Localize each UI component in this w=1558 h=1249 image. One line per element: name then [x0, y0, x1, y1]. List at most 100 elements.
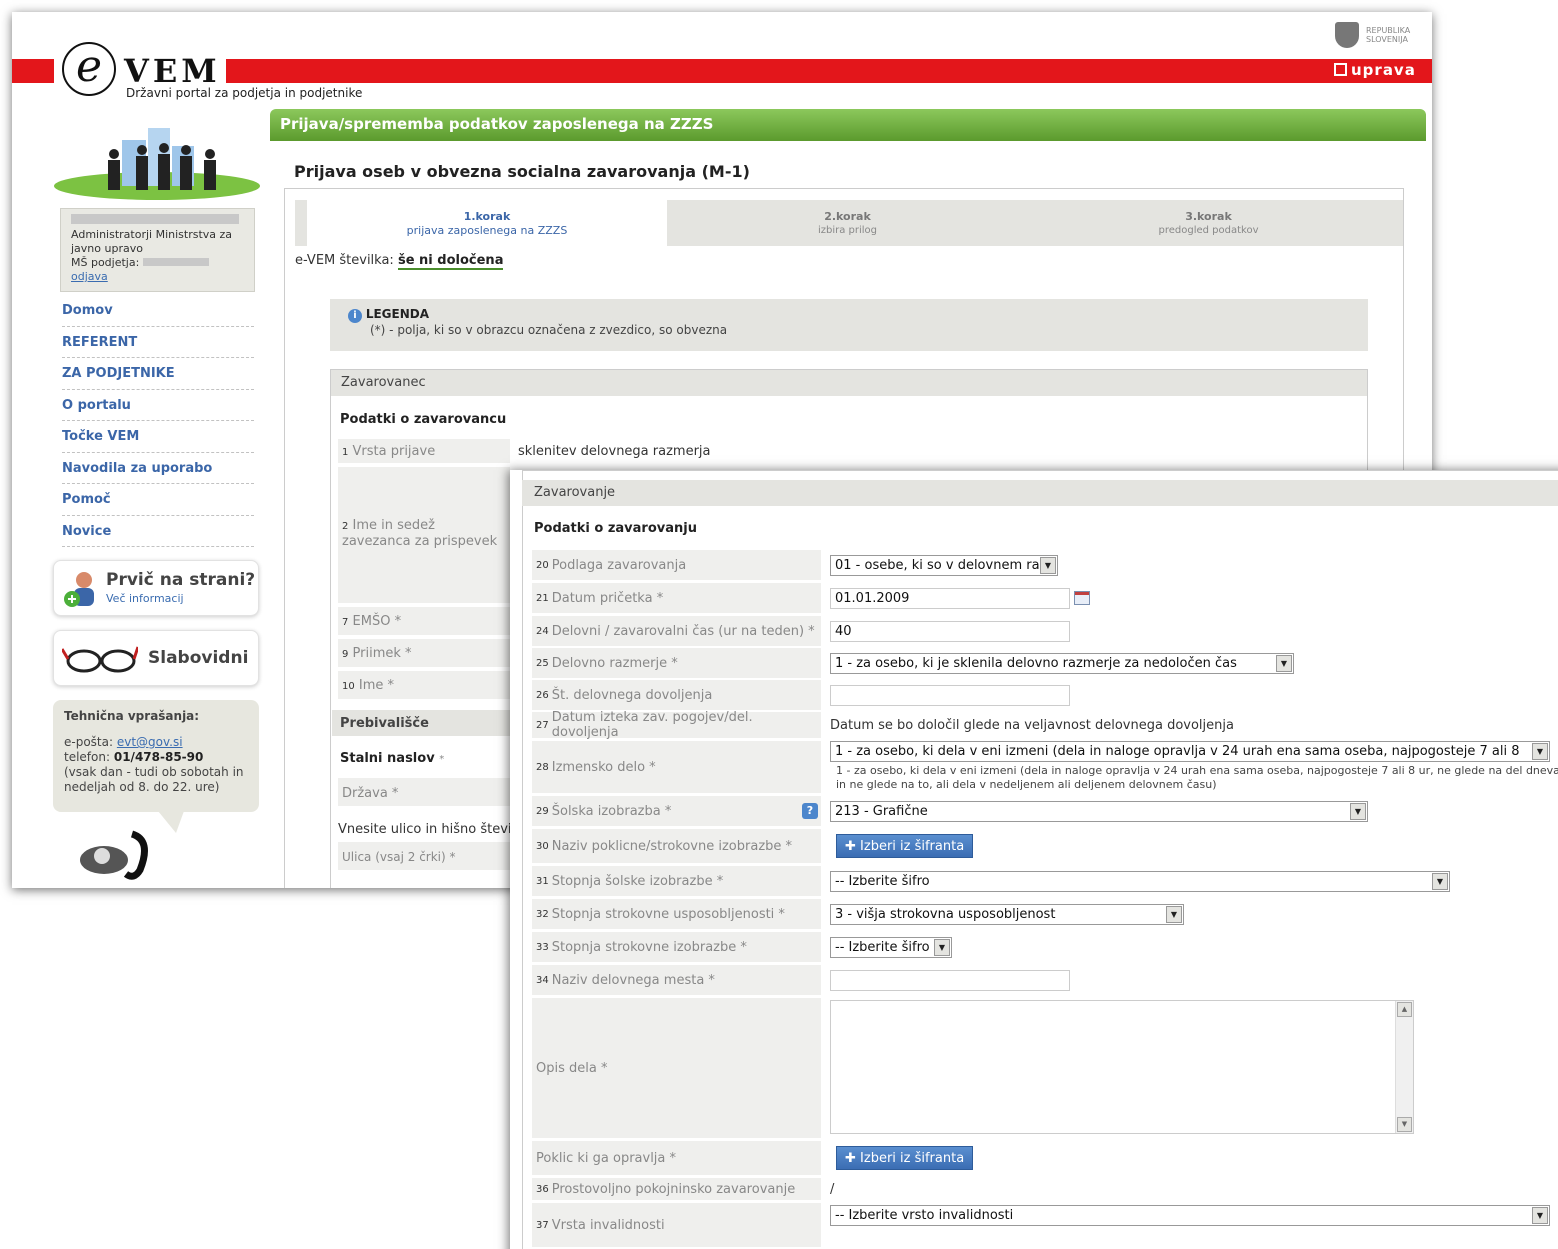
legend-title: LEGENDA: [365, 307, 430, 321]
field-row-29: 29 Šolska izobrazba *? 213 - Grafične ▼: [532, 796, 1558, 826]
chevron-down-icon: ▼: [1166, 905, 1182, 923]
portal-subtitle: Državni portal za podjetja in podjetnike: [126, 86, 363, 100]
stopnja-strokovne-usposobljenosti-select[interactable]: 3 - višja strokovna usposobljenost ▼: [830, 903, 1184, 925]
chevron-down-icon: ▼: [1276, 654, 1292, 672]
step-2-label: izbira prilog: [817, 225, 878, 236]
user-add-icon: [64, 572, 94, 607]
stopnja-solske-izobrazbe-select[interactable]: -- Izberite šifro ▼: [830, 870, 1450, 892]
help-email-row: e-pošta: evt@gov.si: [64, 735, 248, 750]
chevron-down-icon: ▼: [1350, 802, 1366, 820]
datum-izteka-value: Datum se bo določil glede na veljavnost …: [830, 717, 1234, 733]
nav-item-domov[interactable]: Domov: [62, 295, 254, 327]
evem-logo-text[interactable]: VEM: [124, 52, 221, 90]
step-1-label: prijava zaposlenega na ZZZS: [406, 224, 568, 237]
email-label: e-pošta:: [64, 735, 114, 749]
info-icon: i: [348, 309, 362, 323]
technical-help-box: Tehnična vprašanja: e-pošta: evt@gov.si …: [53, 700, 259, 812]
insured-subtitle: Podatki o zavarovancu: [340, 412, 507, 427]
field-row-31: 31 Stopnja šolske izobrazbe * -- Izberite…: [532, 866, 1558, 896]
calendar-icon[interactable]: [1074, 591, 1090, 605]
nav-item-o-portalu[interactable]: O portalu: [62, 390, 254, 421]
nav-item-za-podjetnike[interactable]: ZA PODJETNIKE: [62, 358, 254, 390]
field-emso-label: 7 EMŠO *: [342, 614, 402, 629]
insurance-subtitle: Podatki o zavarovanju: [534, 521, 697, 536]
solska-izobrazba-select[interactable]: 213 - Grafične ▼: [830, 800, 1368, 822]
step-2-number: 2.korak: [824, 210, 871, 223]
st-delovnega-dovoljenja-input[interactable]: [830, 684, 1070, 706]
ms-number-redacted: [142, 258, 209, 266]
field-row-20: 20 Podlaga zavarovanja 01 - osebe, ki so …: [532, 550, 1558, 580]
wizard-steps: 1.korak prijava zaposlenega na ZZZS 2.kor…: [295, 200, 1403, 246]
evem-logo-icon[interactable]: e: [62, 42, 116, 96]
evem-value: še ni določena: [397, 253, 504, 270]
glasses-icon: [62, 646, 138, 673]
field-poklic-label: Poklic ki ga opravlja *: [532, 1141, 821, 1175]
vrsta-invalidnosti-select[interactable]: -- Izberite vrsto invalidnosti ▼: [830, 1205, 1550, 1226]
nav-item-novice[interactable]: Novice: [62, 516, 254, 547]
field-zavezanec-label: 2 Ime in sedež zavezanca za prispevek: [342, 518, 498, 549]
field-row-28: 28 Izmensko delo * 1 - za osebo, ki dela …: [532, 741, 1558, 793]
naziv-delovnega-mesta-input[interactable]: [830, 969, 1070, 991]
scroll-down-icon[interactable]: ▼: [1397, 1117, 1412, 1132]
accessibility-button[interactable]: Slabovidni: [53, 630, 259, 686]
help-icon[interactable]: ?: [802, 803, 818, 819]
telephone-icon: [80, 830, 148, 880]
step-2-tab[interactable]: 2.korak izbira prilog: [668, 200, 1027, 246]
delovni-cas-input[interactable]: 40: [830, 620, 1070, 642]
insured-section-header: Zavarovanec: [331, 370, 1367, 396]
more-info-link[interactable]: Več informacij: [106, 592, 184, 605]
step-3-tab[interactable]: 3.korak predogled podatkov: [1029, 200, 1388, 246]
field-row-opis-dela: Opis dela * ▲ ▼: [532, 998, 1558, 1138]
email-link[interactable]: evt@gov.si: [117, 735, 183, 749]
delovno-razmerje-select[interactable]: 1 - za osebo, ki je sklenila delovno raz…: [830, 652, 1294, 674]
chevron-down-icon: ▼: [1532, 1207, 1548, 1224]
chevron-down-icon: ▼: [1432, 872, 1448, 890]
business-people-illustration: [54, 128, 260, 200]
datum-pricetka-input[interactable]: 01.01.2009: [830, 587, 1070, 609]
step-1-number: 1.korak: [463, 210, 511, 223]
nav-item-tocke-vem[interactable]: Točke VEM: [62, 421, 254, 453]
republika-slovenija-label: REPUBLIKA SLOVENIJA: [1366, 26, 1411, 44]
sidebar-nav: Domov REFERENT ZA PODJETNIKE O portalu T…: [62, 295, 254, 547]
scroll-up-icon[interactable]: ▲: [1397, 1002, 1412, 1017]
first-visit-promo[interactable]: Prvič na strani? Več informacij: [53, 560, 259, 616]
user-name-redacted: [71, 214, 239, 224]
field-31-label: 31 Stopnja šolske izobrazbe *: [532, 866, 821, 896]
uprava-icon: [1334, 63, 1347, 76]
chevron-down-icon: ▼: [1532, 743, 1548, 760]
izberi-iz-sifranta-button[interactable]: ✚ Izberi iz šifranta: [836, 834, 974, 858]
field-26-label: 26 Št. delovnega dovoljenja: [532, 680, 821, 710]
step-1-tab[interactable]: 1.korak prijava zaposlenega na ZZZS: [307, 200, 667, 246]
izmensko-delo-select[interactable]: 1 - za osebo, ki dela v eni izmeni (dela…: [830, 741, 1550, 762]
phone-number: 01/478-85-90: [113, 750, 204, 764]
permanent-address-title: Stalni naslov *: [340, 751, 445, 766]
user-ms-row: MŠ podjetja:: [71, 256, 244, 270]
nav-item-referent[interactable]: REFERENT: [62, 327, 254, 358]
poklic-izberi-button[interactable]: ✚ Izberi iz šifranta: [836, 1146, 974, 1170]
opis-dela-textarea[interactable]: ▲ ▼: [830, 1000, 1414, 1134]
field-29-label: 29 Šolska izobrazba *?: [532, 796, 821, 826]
field-row-34: 34 Naziv delovnega mesta *: [532, 965, 1558, 995]
textarea-scrollbar[interactable]: ▲ ▼: [1395, 1001, 1413, 1133]
field-20-label: 20 Podlaga zavarovanja: [532, 550, 821, 580]
accessibility-label: Slabovidni: [148, 648, 249, 668]
legend-text: (*) - polja, ki so v obrazcu označena z …: [370, 323, 728, 337]
help-phone-row: telefon: 01/478-85-90: [64, 750, 248, 765]
field-34-label: 34 Naziv delovnega mesta *: [532, 965, 821, 995]
insurance-section-header: Zavarovanje: [522, 480, 1558, 506]
step-3-label: predogled podatkov: [1158, 225, 1259, 236]
nav-item-navodila[interactable]: Navodila za uporabo: [62, 453, 254, 484]
stopnja-strokovne-izobrazbe-select[interactable]: -- Izberite šifro ▼: [830, 936, 952, 958]
chevron-down-icon: ▼: [934, 938, 950, 956]
field-row-33: 33 Stopnja strokovne izobrazbe * -- Izber…: [532, 932, 1558, 962]
logout-link[interactable]: odjava: [71, 270, 108, 283]
field-24-label: 24 Delovni / zavarovalni čas (ur na teden…: [532, 616, 821, 646]
field-33-label: 33 Stopnja strokovne izobrazbe *: [532, 932, 821, 962]
podlaga-zavarovanja-select[interactable]: 01 - osebe, ki so v delovnem ra ▼: [830, 554, 1058, 576]
field-27-label: 27 Datum izteka zav. pogojev/del. dovolje…: [532, 710, 821, 740]
uprava-logo[interactable]: uprava: [1334, 61, 1416, 79]
field-row-37: 37 Vrsta invalidnosti -- Izberite vrsto i…: [532, 1203, 1558, 1247]
nav-item-pomoc[interactable]: Pomoč: [62, 484, 254, 516]
field-priimek-label: 9 Priimek *: [342, 646, 412, 661]
help-bubble-tail: [158, 811, 184, 833]
